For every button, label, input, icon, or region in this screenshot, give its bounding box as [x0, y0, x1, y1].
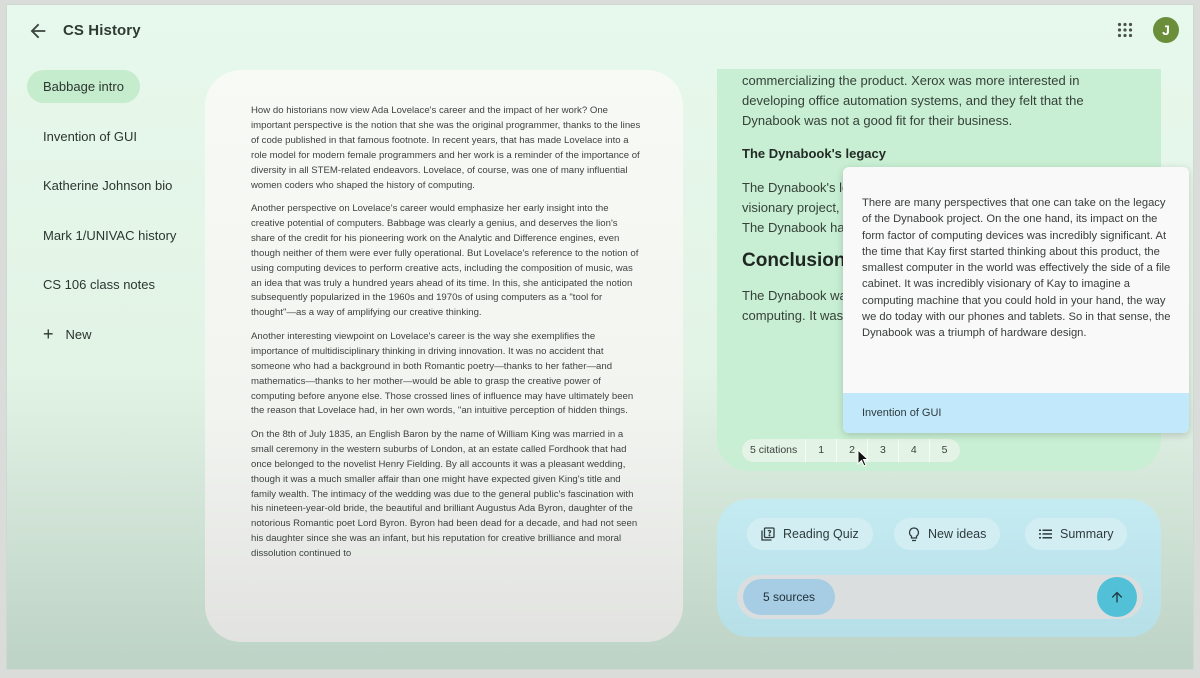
citation-3[interactable]: 3	[868, 439, 899, 462]
arrow-left-icon	[30, 23, 46, 39]
top-bar: CS History J	[7, 5, 1193, 59]
arrow-up-icon	[1111, 591, 1123, 603]
sources-selector[interactable]: 5 sources	[743, 579, 835, 615]
sidebar: Babbage intro Invention of GUI Katherine…	[27, 70, 207, 367]
quiz-icon	[761, 527, 775, 541]
citation-excerpt: There are many perspectives that one can…	[862, 197, 1171, 340]
composer-panel: Reading Quiz New ideas Summary 5 sources	[717, 499, 1161, 637]
apps-grid-icon	[1117, 22, 1133, 38]
sidebar-item-katherine-johnson-bio[interactable]: Katherine Johnson bio	[27, 169, 188, 202]
citations-count[interactable]: 5 citations	[742, 439, 807, 462]
apps-button[interactable]	[1117, 22, 1133, 38]
back-button[interactable]	[27, 20, 49, 42]
lightbulb-icon	[908, 526, 920, 541]
document-paragraph: Another perspective on Lovelace's career…	[251, 203, 639, 319]
chat-input[interactable]: 5 sources	[737, 575, 1143, 619]
mouse-cursor-icon	[857, 449, 869, 467]
page-title: CS History	[63, 22, 141, 39]
app-window: CS History J Babbage intro Invention of …	[6, 4, 1194, 670]
sidebar-item-babbage-intro[interactable]: Babbage intro	[27, 70, 140, 103]
summary-button[interactable]: Summary	[1025, 518, 1128, 550]
list-icon	[1039, 529, 1052, 539]
sidebar-item-mark1-univac-history[interactable]: Mark 1/UNIVAC history	[27, 219, 192, 252]
new-ideas-label: New ideas	[928, 527, 987, 541]
legacy-heading: The Dynabook's legacy	[742, 146, 886, 161]
plus-icon: +	[43, 323, 54, 344]
document-body: How do historians now view Ada Lovelace'…	[251, 104, 643, 571]
citation-source-link[interactable]: Invention of GUI	[843, 393, 1189, 433]
citations-bar: 5 citations 1 2 3 4 5	[742, 439, 960, 462]
note-paragraph: commercializing the product. Xerox was m…	[742, 73, 1084, 128]
reading-quiz-button[interactable]: Reading Quiz	[747, 518, 873, 550]
document-paragraph: How do historians now view Ada Lovelace'…	[251, 105, 641, 191]
citation-1[interactable]: 1	[806, 439, 838, 462]
summary-label: Summary	[1060, 527, 1114, 541]
citation-4[interactable]: 4	[899, 439, 930, 462]
source-document[interactable]: How do historians now view Ada Lovelace'…	[205, 70, 683, 642]
citation-popup: There are many perspectives that one can…	[843, 167, 1189, 433]
sidebar-item-cs106-class-notes[interactable]: CS 106 class notes	[27, 268, 171, 301]
sidebar-item-invention-of-gui[interactable]: Invention of GUI	[27, 120, 153, 153]
document-paragraph: On the 8th of July 1835, an English Baro…	[251, 428, 638, 560]
document-paragraph: Another interesting viewpoint on Lovelac…	[251, 330, 634, 417]
new-note-label: New	[65, 326, 92, 342]
send-button[interactable]	[1097, 577, 1137, 617]
reading-quiz-label: Reading Quiz	[783, 527, 859, 541]
new-note-button[interactable]: + New	[27, 318, 108, 351]
citation-5[interactable]: 5	[930, 439, 960, 462]
avatar[interactable]: J	[1153, 17, 1179, 43]
new-ideas-button[interactable]: New ideas	[894, 518, 1001, 550]
